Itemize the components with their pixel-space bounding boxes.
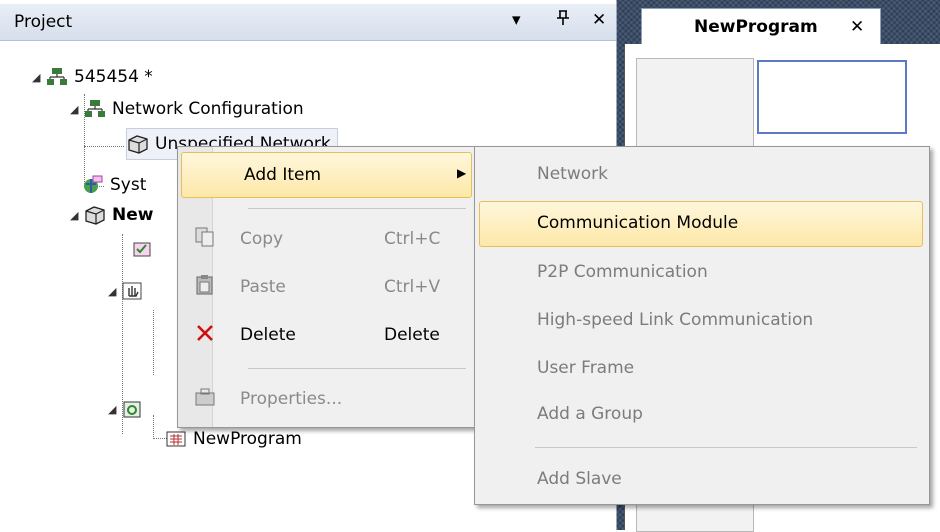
menu-separator	[248, 208, 466, 209]
menu-item-properties[interactable]: Properties...	[178, 377, 475, 421]
submenu-item-communication-module[interactable]: Communication Module	[479, 201, 923, 247]
tree-label: 545454 *	[74, 67, 153, 87]
expand-triangle-icon[interactable]: ◢	[70, 209, 84, 222]
tree-item-project-root[interactable]: ◢ 545454 *	[32, 62, 153, 92]
tree-item-child-3[interactable]: ◢	[108, 394, 150, 424]
menu-item-copy[interactable]: Copy Ctrl+C	[178, 217, 475, 261]
project-panel-header: Project ▾ ✕	[0, 4, 616, 41]
submenu-item-high-speed-link[interactable]: High-speed Link Communication	[475, 298, 929, 342]
submenu-item-add-slave[interactable]: Add Slave	[475, 457, 929, 501]
tree-label: NewProgram	[193, 429, 302, 449]
tree-item-child-1[interactable]	[132, 234, 160, 264]
delete-x-icon	[194, 322, 216, 350]
tree-label: Syst	[110, 175, 147, 195]
module-icon	[84, 205, 106, 225]
submenu-item-label: Add a Group	[537, 404, 643, 424]
submenu-item-p2p-communication[interactable]: P2P Communication	[475, 250, 929, 294]
program-icon	[165, 429, 187, 449]
menu-item-label: Add Item	[244, 165, 322, 185]
tree-item-new[interactable]: ◢ New	[70, 200, 153, 230]
menu-item-label: Copy	[240, 229, 284, 249]
tree-item-newprogram[interactable]: NewProgram	[165, 424, 302, 454]
expand-triangle-icon[interactable]: ◢	[108, 285, 122, 298]
paste-icon	[194, 274, 216, 302]
tree-label: Network Configuration	[112, 99, 304, 119]
menu-item-paste[interactable]: Paste Ctrl+V	[178, 265, 475, 309]
network-icon	[46, 67, 68, 87]
tree-label: New	[112, 205, 154, 225]
panel-title: Project	[14, 12, 73, 32]
panel-dropdown-icon[interactable]: ▾	[512, 10, 521, 30]
menu-item-shortcut: Ctrl+V	[384, 277, 441, 297]
add-item-submenu: Network Communication Module P2P Communi…	[474, 146, 930, 505]
tab-newprogram[interactable]: NewProgram ✕	[641, 8, 881, 45]
submenu-item-user-frame[interactable]: User Frame	[475, 346, 929, 390]
properties-icon	[194, 386, 216, 414]
submenu-item-label: High-speed Link Communication	[537, 310, 814, 330]
expand-triangle-icon[interactable]: ◢	[70, 103, 84, 116]
pin-icon[interactable]	[556, 10, 570, 31]
parameter-icon	[132, 239, 154, 259]
menu-item-shortcut: Delete	[384, 325, 440, 345]
tree-item-system[interactable]: Syst	[82, 170, 146, 200]
submenu-item-label: P2P Communication	[537, 262, 708, 282]
submenu-item-label: Communication Module	[537, 213, 739, 233]
copy-icon	[194, 226, 216, 254]
submenu-item-label: Add Slave	[537, 469, 622, 489]
selected-cell[interactable]	[757, 60, 907, 134]
submenu-item-add-a-group[interactable]: Add a Group	[475, 392, 929, 436]
expand-triangle-icon[interactable]: ◢	[108, 403, 122, 416]
tree-item-child-2[interactable]: ◢	[108, 276, 150, 306]
context-menu: Add Item ▶ Copy Ctrl+C Paste Ctrl+V Dele…	[177, 146, 476, 428]
hand-icon	[122, 281, 144, 301]
system-icon	[82, 175, 104, 195]
task-icon	[122, 399, 144, 419]
expand-triangle-icon[interactable]: ◢	[32, 71, 46, 84]
tab-label: NewProgram	[694, 17, 818, 37]
submenu-item-label: User Frame	[537, 358, 635, 378]
submenu-item-network[interactable]: Network	[475, 152, 929, 196]
tree-line	[84, 146, 124, 147]
menu-item-label: Paste	[240, 277, 286, 297]
tree-line	[153, 415, 154, 439]
module-icon	[127, 134, 149, 154]
submenu-separator	[535, 447, 917, 448]
menu-item-delete[interactable]: Delete Delete	[178, 313, 475, 357]
tree-line	[153, 310, 154, 375]
menu-item-label: Delete	[240, 325, 296, 345]
panel-close-icon[interactable]: ✕	[592, 10, 606, 30]
submenu-arrow-icon: ▶	[457, 166, 467, 180]
menu-item-add-item[interactable]: Add Item ▶	[181, 152, 472, 198]
network-icon	[84, 99, 106, 119]
menu-item-shortcut: Ctrl+C	[384, 229, 441, 249]
submenu-item-label: Network	[537, 164, 608, 184]
menu-item-label: Properties...	[240, 389, 343, 409]
tab-close-icon[interactable]: ✕	[850, 17, 864, 37]
menu-separator	[248, 368, 466, 369]
tree-item-network-configuration[interactable]: ◢ Network Configuration	[70, 94, 304, 124]
